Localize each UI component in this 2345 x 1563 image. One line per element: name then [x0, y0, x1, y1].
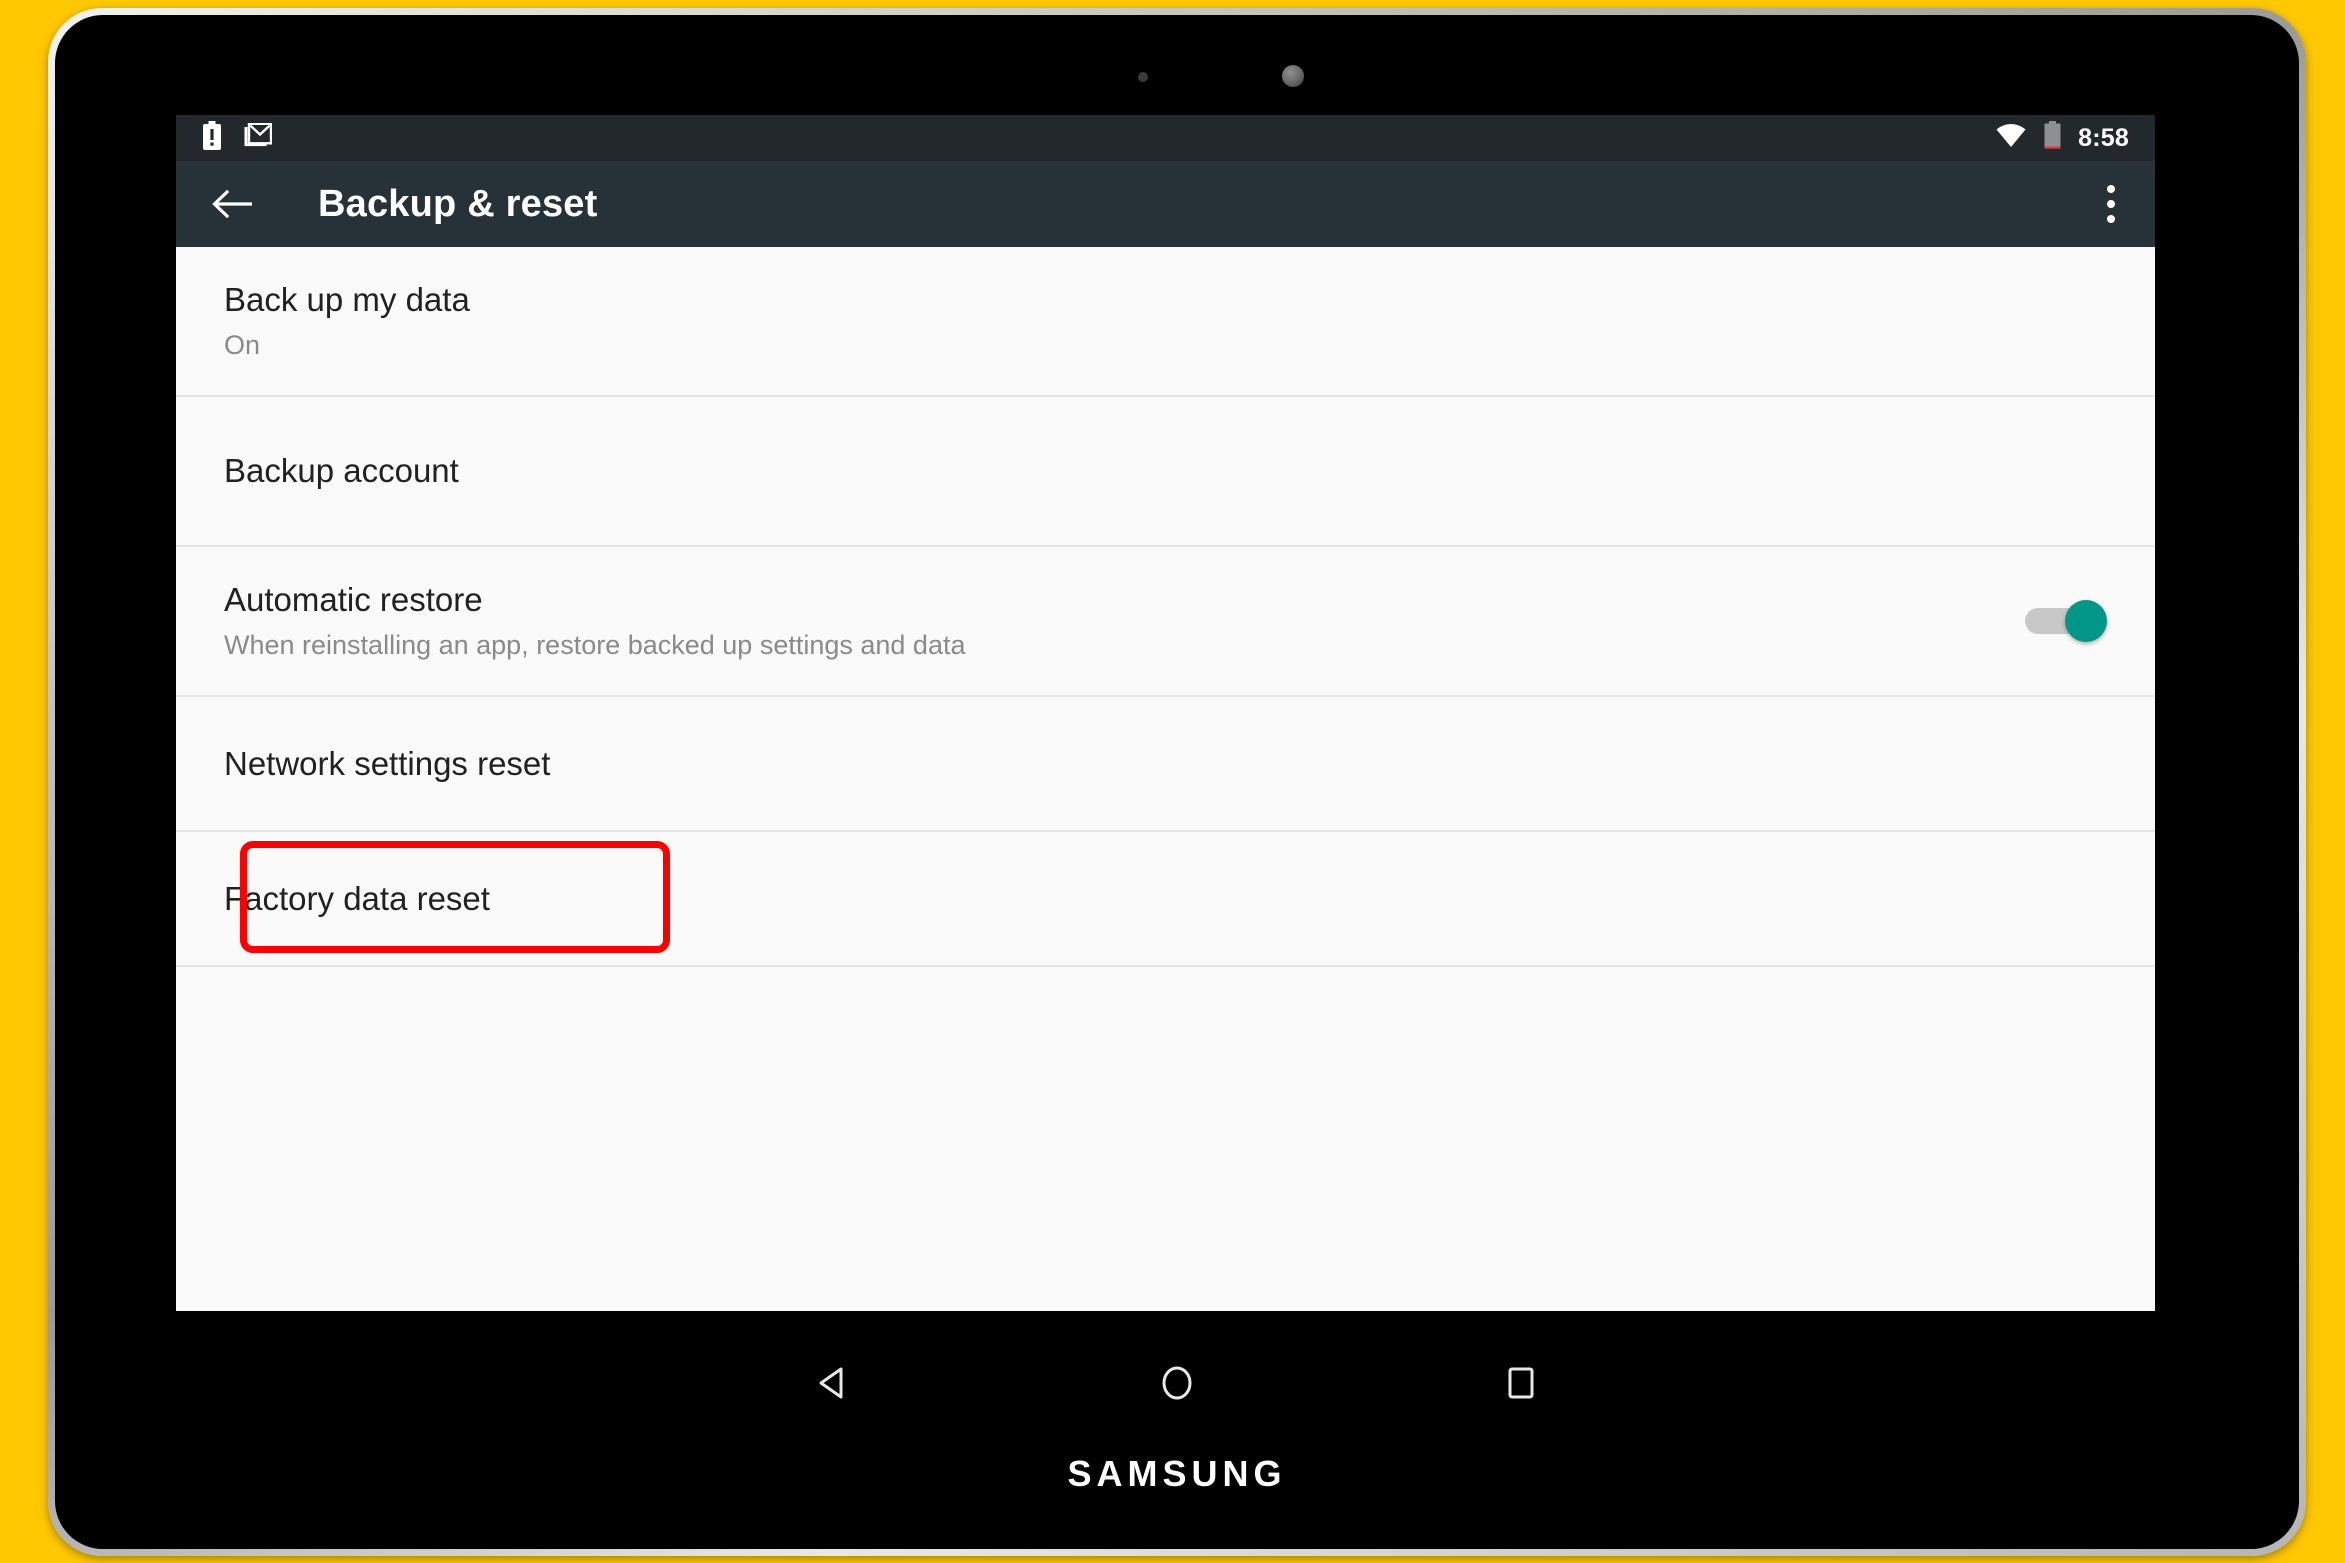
status-bar: 8:58 [176, 115, 2155, 161]
list-item-text: Factory data reset [224, 878, 490, 919]
list-item-text: Backup account [224, 450, 459, 491]
nav-back-icon[interactable] [811, 1361, 855, 1410]
list-item-title: Back up my data [224, 281, 470, 319]
list-item-backup-account[interactable]: Backup account [176, 397, 2155, 547]
toggle-thumb [2065, 600, 2107, 642]
overflow-menu-icon[interactable] [2093, 179, 2129, 229]
list-item-title: Factory data reset [224, 879, 490, 917]
list-item-subtitle: When reinstalling an app, restore backed… [224, 629, 966, 660]
tablet-body: 8:58 Backup & reset Back up my data On B… [55, 15, 2299, 1549]
overflow-dot [2107, 200, 2115, 208]
status-bar-right-icons: 8:58 [1995, 120, 2129, 156]
overflow-dot [2107, 185, 2115, 193]
overflow-dot [2107, 215, 2115, 223]
list-item-title: Automatic restore [224, 581, 483, 619]
list-item-title: Network settings reset [224, 744, 551, 782]
status-bar-clock: 8:58 [2078, 123, 2129, 152]
list-item-back-up-my-data[interactable]: Back up my data On [176, 247, 2155, 397]
app-screen: 8:58 Backup & reset Back up my data On B… [176, 115, 2155, 1311]
app-toolbar: Backup & reset [176, 161, 2155, 247]
proximity-sensor-icon [1138, 72, 1148, 82]
status-bar-left-icons [202, 120, 273, 156]
list-item-text: Automatic restore When reinstalling an a… [224, 579, 965, 662]
automatic-restore-toggle[interactable] [2025, 597, 2107, 645]
battery-low-icon [2043, 120, 2062, 156]
list-item-text: Back up my data On [224, 279, 470, 362]
list-item-network-settings-reset[interactable]: Network settings reset [176, 697, 2155, 832]
list-item-automatic-restore[interactable]: Automatic restore When reinstalling an a… [176, 547, 2155, 697]
settings-list: Back up my data On Backup account Automa… [176, 247, 2155, 967]
system-navigation-bar [55, 1311, 2299, 1459]
list-item-text: Network settings reset [224, 743, 550, 784]
list-item-title: Backup account [224, 452, 459, 490]
back-arrow-icon[interactable] [202, 180, 264, 228]
gmail-icon [244, 122, 273, 154]
page-title: Backup & reset [318, 182, 598, 225]
list-item-factory-data-reset[interactable]: Factory data reset [176, 832, 2155, 967]
wifi-icon [1995, 123, 2027, 153]
nav-home-icon[interactable] [1155, 1361, 1199, 1410]
list-item-subtitle: On [224, 329, 261, 360]
front-camera-icon [1282, 65, 1304, 87]
tablet-device: 8:58 Backup & reset Back up my data On B… [48, 8, 2306, 1556]
samsung-logo: SAMSUNG [1067, 1453, 1287, 1494]
battery-alert-icon [202, 120, 222, 156]
nav-recents-icon[interactable] [1499, 1361, 1543, 1410]
